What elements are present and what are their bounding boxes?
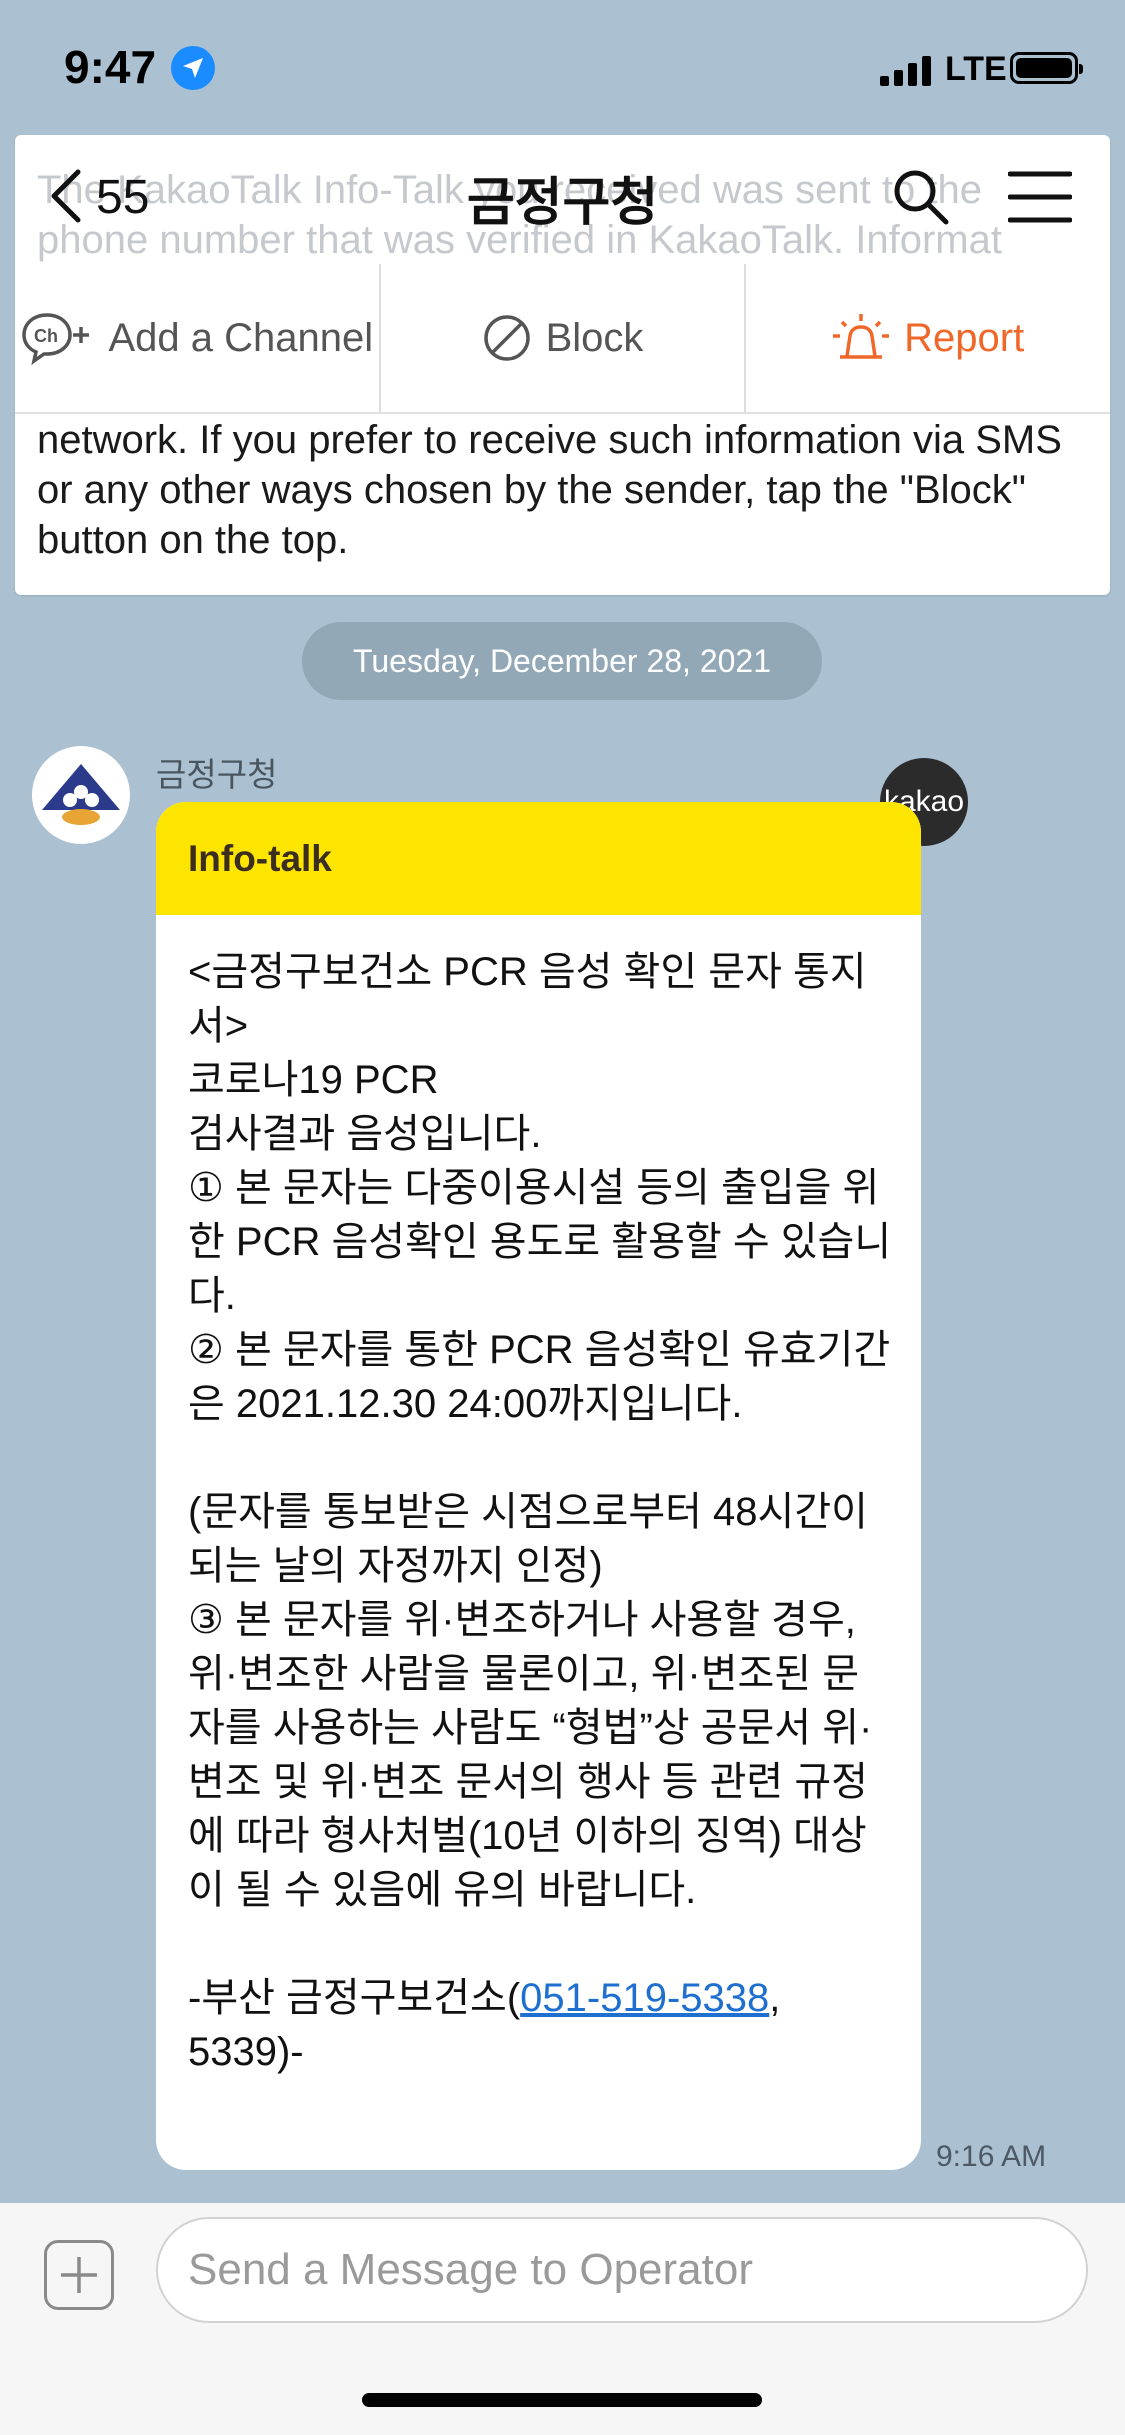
plus-icon — [61, 2257, 97, 2293]
unread-count: 55 — [96, 171, 150, 224]
report-label: Report — [904, 315, 1025, 360]
channel-avatar[interactable] — [32, 746, 130, 844]
menu-icon[interactable] — [1008, 170, 1072, 224]
info-talk-message: Info-talk <금정구보건소 PCR 음성 확인 문자 통지서> 코로나1… — [156, 802, 921, 2170]
network-type: LTE — [945, 50, 1007, 88]
home-indicator — [362, 2393, 762, 2407]
add-channel-label: Add a Channel — [108, 315, 374, 360]
block-label: Block — [545, 315, 644, 360]
district-logo-icon — [42, 764, 120, 825]
status-time: 9:47 — [64, 41, 157, 93]
channel-action-bar: Ch Add a Channel Block Report — [15, 264, 1110, 414]
svg-text:Ch: Ch — [34, 326, 58, 346]
notice-text: network. If you prefer to receive such i… — [37, 418, 1062, 562]
battery-icon — [1010, 52, 1083, 84]
date-divider: Tuesday, December 28, 2021 — [302, 622, 822, 700]
back-button[interactable]: 55 — [40, 160, 170, 230]
block-icon — [483, 315, 530, 361]
message-body: <금정구보건소 PCR 음성 확인 문자 통지서> 코로나19 PCR 검사결과… — [156, 915, 921, 2079]
phone-link[interactable]: 051-519-5338 — [520, 1976, 769, 2020]
attach-button[interactable] — [44, 2240, 114, 2310]
search-icon[interactable] — [890, 166, 950, 226]
add-channel-button[interactable]: Ch Add a Channel — [15, 264, 379, 412]
location-arrow-icon — [171, 46, 215, 90]
message-input[interactable] — [156, 2217, 1088, 2323]
add-channel-icon: Ch — [21, 313, 89, 365]
message-text: <금정구보건소 PCR 음성 확인 문자 통지서> 코로나19 PCR 검사결과… — [188, 950, 892, 2020]
signal-bars-icon — [880, 56, 931, 86]
chevron-left-icon — [51, 169, 81, 223]
info-talk-header: Info-talk — [156, 802, 921, 915]
siren-icon — [833, 314, 890, 359]
message-timestamp: 9:16 AM — [936, 2140, 1047, 2173]
sender-name: 금정구청 — [156, 756, 278, 793]
block-button[interactable]: Block — [378, 264, 745, 412]
report-button[interactable]: Report — [744, 264, 1110, 412]
